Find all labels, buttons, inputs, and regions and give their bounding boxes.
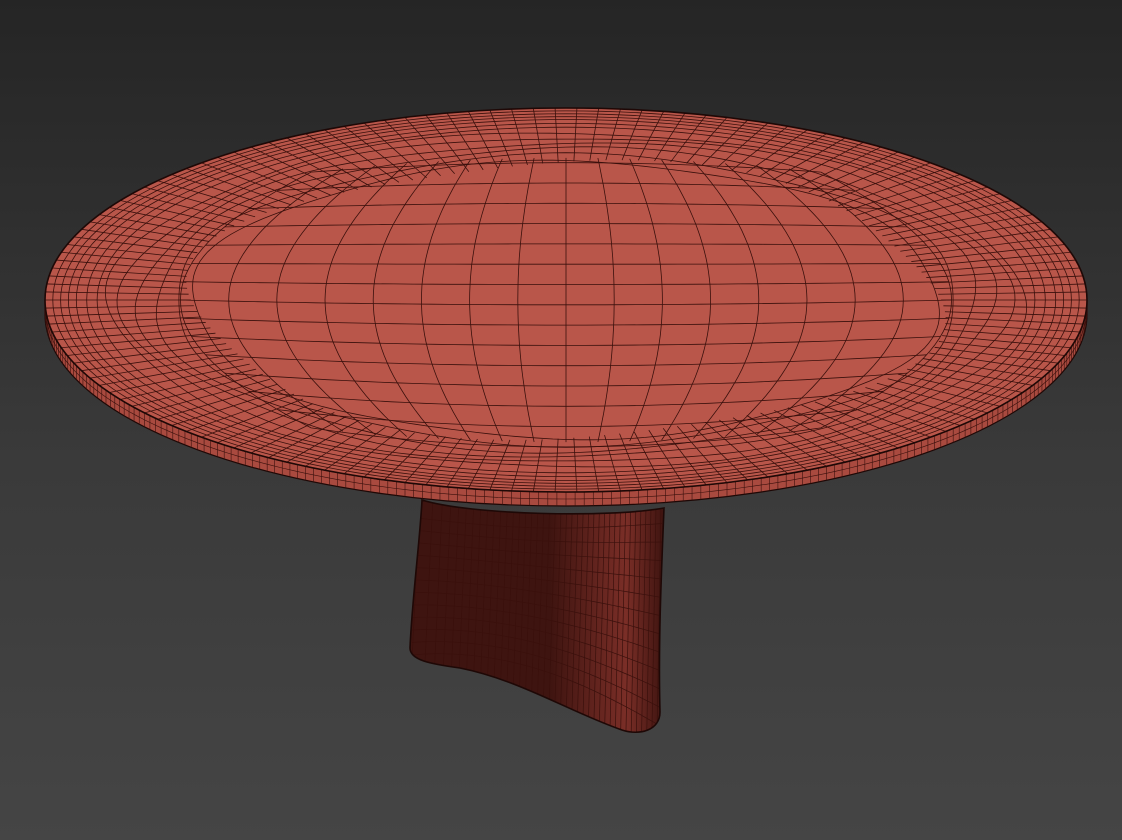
3d-viewport[interactable]	[0, 0, 1122, 840]
table-model-render	[44, 107, 1088, 734]
tabletop	[44, 107, 1088, 507]
table-base	[409, 498, 665, 734]
